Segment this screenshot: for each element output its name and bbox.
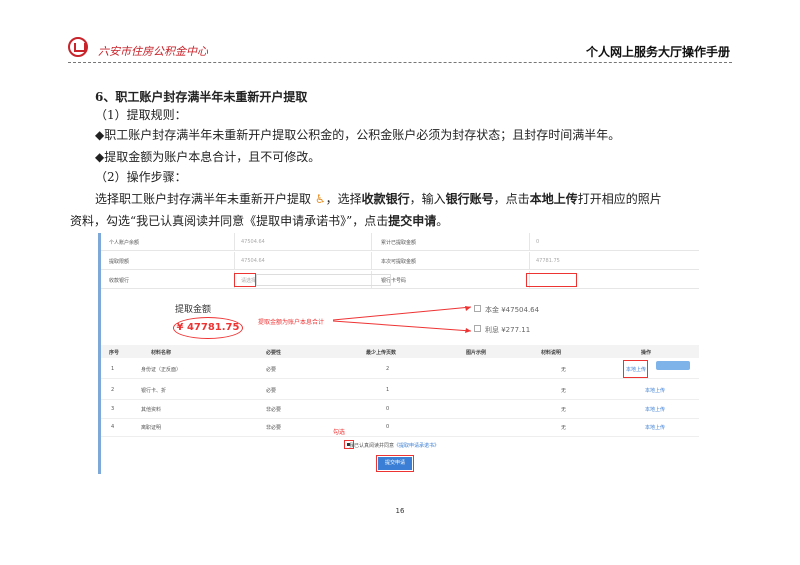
upload-button[interactable]: 本地上传 [645, 387, 665, 394]
info-row: 收款银行 请选择 银行卡号码 [101, 271, 699, 289]
principal-text: 本金 ¥47504.64 [485, 306, 540, 314]
step2-bold-submit: 提交申请 [388, 214, 437, 228]
step-text-b: ，选择 [325, 192, 362, 206]
upload-progress [656, 361, 690, 370]
image-icon [474, 325, 481, 332]
value-withdrawn: 0 [536, 239, 540, 245]
header-manual-title: 个人网上服务大厅操作手册 [585, 45, 730, 59]
table-row: 1 身份证（正反面） 必要 2 无 本地上传 [101, 359, 699, 379]
upload-button[interactable]: 本地上传 [645, 424, 665, 431]
rules-title: （1）提取规则： [95, 108, 187, 122]
label-limit: 提取限额 [109, 259, 130, 265]
col-pages: 最少上传页数 [366, 350, 397, 356]
step-paragraph-line1: 选择职工账户封存满半年未重新开户提取 ♿，选择收款银行，输入银行账号，点击本地上… [95, 191, 662, 207]
label-withdrawn: 累计已提取金额 [381, 240, 417, 246]
rule-2: ◆提取金额为账户本息合计，且不可修改。 [95, 150, 321, 164]
step2-text-a: 资料，勾选“我已认真阅读并同意《提取申请承诺书》”，点击 [70, 214, 389, 228]
step-text-d: ，点击 [493, 192, 530, 206]
table-row: 4 离职证明 非必要 0 无 本地上传 [101, 417, 699, 437]
col-example: 图片示例 [466, 350, 487, 356]
step-text-a: 选择职工账户封存满半年未重新开户提取 [95, 192, 312, 206]
amount-label: 提取金额 [175, 305, 212, 315]
label-balance: 个人账户余额 [109, 240, 140, 246]
info-row: 提取限额 47504.64 本次可提取金额 47781.75 [101, 252, 699, 270]
table-row: 2 银行卡、折 必要 1 无 本地上传 [101, 380, 699, 400]
step-paragraph-line2: 资料，勾选“我已认真阅读并同意《提取申请承诺书》”，点击提交申请。 [70, 213, 448, 229]
section-heading: 6、职工账户封存满半年未重新开户提取 [95, 90, 308, 104]
card-highlight [526, 273, 577, 287]
chevron-down-icon: ⌄ [382, 277, 387, 283]
check-annotation: 勾选 [333, 429, 346, 436]
upload-highlight [623, 360, 648, 378]
col-no: 序号 [109, 350, 120, 356]
table-row: 3 其他资料 非必要 0 无 本地上传 [101, 399, 699, 419]
image-icon [474, 305, 481, 312]
amount-value: ¥ 47781.75 [173, 317, 243, 339]
bank-highlight [234, 273, 256, 287]
step-text-e: 打开相应的照片 [577, 192, 662, 206]
value-balance: 47504.64 [241, 239, 265, 245]
rule-1: ◆职工账户封存满半年未重新开户提取公积金的，公积金账户必须为封存状态；且封存时间… [95, 128, 621, 142]
info-row: 个人账户余额 47504.64 累计已提取金额 0 [101, 233, 699, 251]
interest-text: 利息 ¥277.11 [485, 326, 531, 334]
submit-button[interactable]: 提交申请 [376, 455, 414, 472]
logo-icon [68, 37, 88, 57]
agreement-link[interactable]: 《提取申请承诺书》 [394, 443, 439, 449]
step-bold-upload: 本地上传 [529, 192, 578, 206]
table-header: 序号 材料名称 必要性 最少上传页数 图片示例 材料说明 操作 [101, 345, 699, 358]
step-bold-bank: 收款银行 [361, 192, 410, 206]
col-required: 必要性 [266, 350, 282, 356]
upload-button[interactable]: 本地上传 [645, 406, 665, 413]
label-available: 本次可提取金额 [381, 259, 417, 265]
annotation-text: 提取金额为账户本息合计 [258, 319, 325, 326]
label-bank: 收款银行 [109, 278, 130, 284]
col-name: 材料名称 [151, 350, 172, 356]
header-org: 六安市住房公积金中心 [98, 45, 208, 58]
agree-text: 我已认真阅读并同意《提取申请承诺书》 [349, 443, 440, 449]
bank-dropdown[interactable]: ⌄ [256, 274, 391, 286]
page-number: 16 [395, 507, 405, 515]
col-op: 操作 [641, 350, 652, 356]
step-text-c: ，输入 [409, 192, 446, 206]
step2-text-b: 。 [436, 214, 449, 228]
steps-title: （2）操作步骤： [95, 170, 187, 184]
annotation-arrows [333, 306, 472, 333]
value-available: 47781.75 [536, 258, 560, 264]
step-bold-account: 银行账号 [445, 192, 494, 206]
header-divider [68, 62, 732, 63]
embedded-screenshot: 个人账户余额 47504.64 累计已提取金额 0 提取限额 47504.64 … [98, 233, 699, 474]
wheelchair-icon: ♿ [314, 192, 326, 206]
col-desc: 材料说明 [541, 350, 562, 356]
value-limit: 47504.64 [241, 258, 265, 264]
